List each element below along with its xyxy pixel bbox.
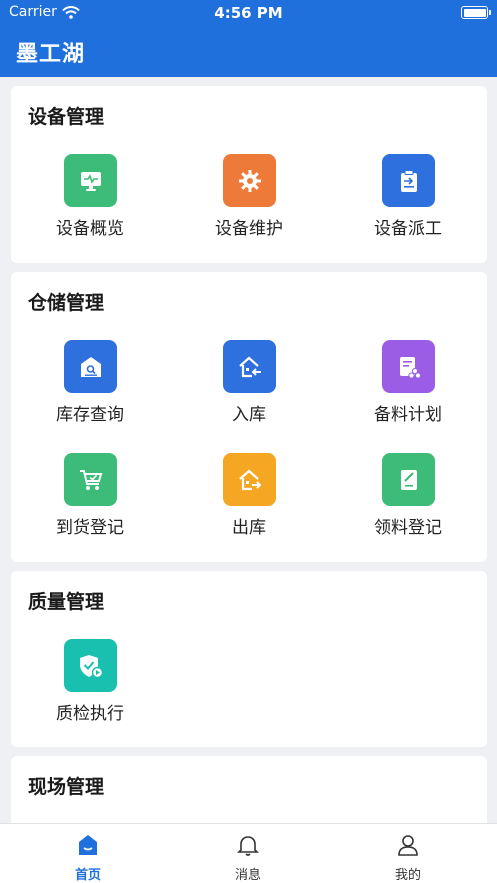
tile-label: 库存查询 (56, 405, 124, 425)
tile-inventory-query[interactable]: 库存查询 (11, 340, 169, 440)
tab-label: 我的 (394, 868, 421, 883)
tile-label: 设备派工 (374, 219, 442, 239)
tile-label: 质检执行 (56, 704, 124, 724)
tab-home[interactable]: 首页 (5, 824, 171, 883)
warehouse-section: 仓储管理 库存查询 入库 备料计划 到货登记 出库 领料登记 (11, 272, 487, 562)
tile-label: 备料计划 (374, 405, 442, 425)
bell-icon (237, 836, 259, 856)
warehouse-search-icon (64, 340, 117, 393)
app-header: Carrier 4:56 PM 墨工湖 (0, 0, 497, 77)
note-icon (382, 453, 435, 506)
status-time: 4:56 PM (214, 4, 283, 22)
plan-icon (382, 340, 435, 393)
tile-equipment-overview[interactable]: 设备概览 (11, 154, 169, 254)
tile-label: 设备维护 (215, 219, 283, 239)
tab-label: 消息 (234, 868, 261, 883)
section-title-warehouse: 仓储管理 (28, 292, 105, 314)
shield-check-icon (64, 639, 117, 692)
tile-label: 领料登记 (374, 518, 442, 538)
section-title-equipment: 设备管理 (28, 106, 105, 128)
tile-label: 入库 (232, 405, 266, 425)
tile-quality-inspection[interactable]: 质检执行 (11, 639, 169, 739)
user-icon (398, 835, 418, 856)
tile-material-register[interactable]: 领料登记 (329, 453, 487, 553)
gear-icon (223, 154, 276, 207)
tile-label: 出库 (232, 518, 266, 538)
home-icon (79, 835, 97, 855)
quality-section: 质量管理 质检执行 (11, 571, 487, 747)
section-title-quality: 质量管理 (28, 591, 105, 613)
tile-label: 到货登记 (56, 518, 124, 538)
tile-equipment-dispatch[interactable]: 设备派工 (329, 154, 487, 254)
tile-equipment-maintenance[interactable]: 设备维护 (170, 154, 328, 254)
tab-label: 首页 (74, 868, 101, 883)
tile-stock-in[interactable]: 入库 (170, 340, 328, 440)
battery-icon (461, 6, 491, 19)
tile-stock-out[interactable]: 出库 (170, 453, 328, 553)
house-out-icon (223, 453, 276, 506)
section-title-site: 现场管理 (28, 776, 105, 798)
equipment-section: 设备管理 设备概览 设备维护 设备派工 (11, 86, 487, 263)
tile-arrival-register[interactable]: 到货登记 (11, 453, 169, 553)
clipboard-icon (382, 154, 435, 207)
house-in-icon (223, 340, 276, 393)
monitor-icon (64, 154, 117, 207)
tab-mine[interactable]: 我的 (325, 824, 491, 883)
tab-messages[interactable]: 消息 (165, 824, 331, 883)
tile-label: 设备概览 (56, 219, 124, 239)
bottom-tab-bar: 首页 消息 我的 (0, 823, 497, 883)
cart-icon (64, 453, 117, 506)
tile-material-plan[interactable]: 备料计划 (329, 340, 487, 440)
status-bar: Carrier 4:56 PM (0, 0, 497, 26)
page-title: 墨工湖 (16, 42, 86, 67)
